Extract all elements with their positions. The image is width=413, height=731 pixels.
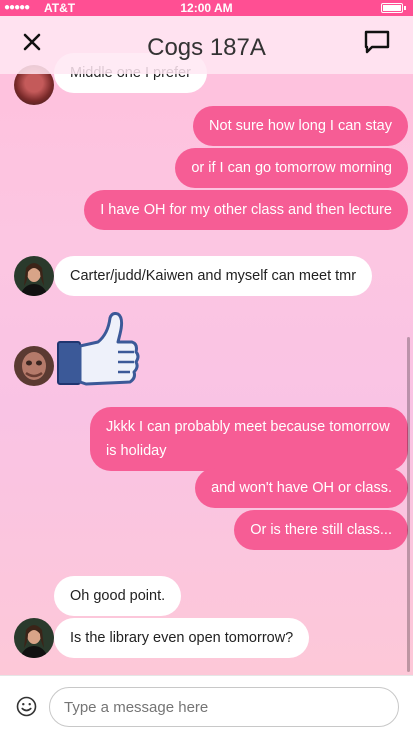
message-bubble[interactable]: or if I can go tomorrow morning — [175, 148, 408, 188]
message-bubble[interactable]: Is the library even open tomorrow? — [54, 618, 310, 658]
page-title: Cogs 187A — [147, 34, 266, 61]
emoji-icon[interactable] — [16, 696, 37, 717]
message-list[interactable]: Middle one I prefer Not sure how long I … — [0, 16, 413, 675]
chat-header: Cogs 187A — [0, 16, 413, 74]
message-composer — [0, 675, 413, 731]
avatar[interactable] — [14, 256, 54, 296]
message-input[interactable] — [49, 687, 399, 727]
message-bubble[interactable]: Jkkk I can probably meet because tomorro… — [90, 407, 408, 471]
message-bubble[interactable]: and won't have OH or class. — [195, 468, 408, 508]
chat-bubble-icon[interactable] — [363, 29, 391, 55]
scrollbar[interactable] — [407, 337, 410, 672]
status-bar: ●●●●● AT&T 12:00 AM — [0, 0, 413, 16]
thumbs-up-sticker[interactable] — [56, 312, 140, 388]
avatar[interactable] — [14, 346, 54, 386]
message-bubble[interactable]: Carter/judd/Kaiwen and myself can meet t… — [54, 256, 373, 296]
clock: 12:00 AM — [180, 1, 233, 15]
message-bubble[interactable]: I have OH for my other class and then le… — [84, 190, 408, 230]
battery-icon — [381, 3, 406, 13]
message-bubble[interactable]: Not sure how long I can stay — [193, 106, 408, 146]
avatar[interactable] — [14, 618, 54, 658]
message-bubble[interactable]: Or is there still class... — [234, 510, 408, 550]
message-bubble[interactable]: Oh good point. — [54, 576, 182, 616]
